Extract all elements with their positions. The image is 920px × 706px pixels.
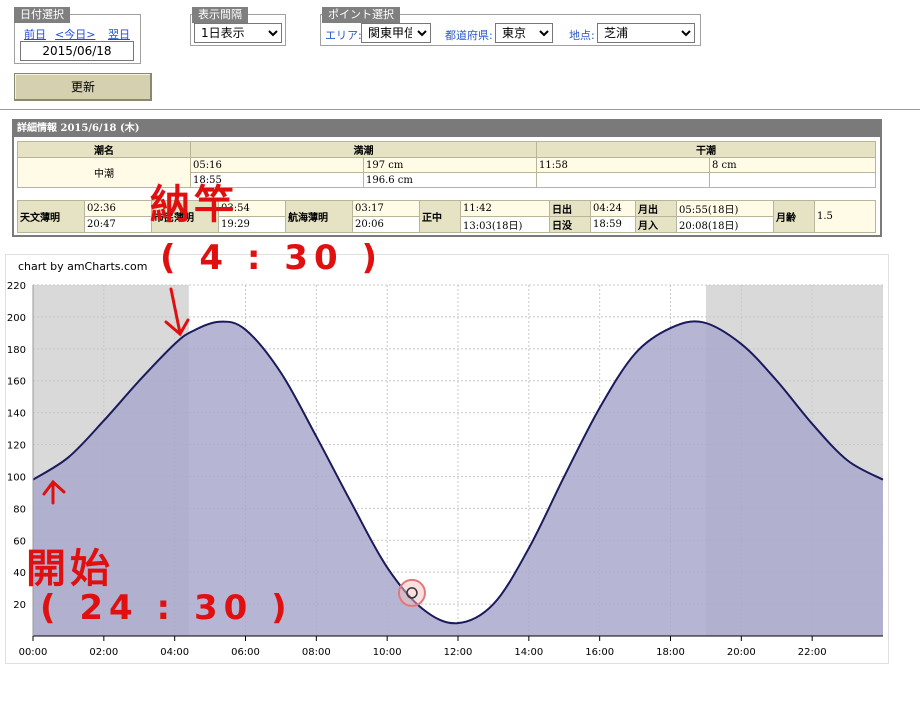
astro-row: 天文薄明 02:36 市民薄明 03:54 航海薄明 03:17 正中 11:4… bbox=[17, 200, 876, 233]
astro-table: 天文薄明 02:36 市民薄明 03:54 航海薄明 03:17 正中 11:4… bbox=[17, 200, 876, 233]
tide-header-row: 潮名 満潮 干潮 bbox=[17, 141, 876, 158]
tide-table: 潮名 満潮 干潮 中潮 05:16 197 cm 11:58 8 cm 18:5… bbox=[17, 141, 876, 188]
moonset-label: 月入 bbox=[635, 216, 677, 233]
high-tide-time: 05:16 bbox=[190, 157, 364, 173]
next-day-link[interactable]: 翌日 bbox=[108, 26, 130, 42]
moonset-value: 20:08(18日) bbox=[676, 216, 774, 233]
prefecture-label: 都道府県: bbox=[445, 29, 493, 42]
annotation-start-time: ( 24 : 30 ) bbox=[40, 588, 293, 628]
nautical-twilight-value: 03:17 bbox=[352, 200, 420, 217]
area-label: エリア: bbox=[325, 29, 362, 42]
moon-age-value: 1.5 bbox=[814, 200, 876, 233]
annotation-end-time: ( 4 : 30 ) bbox=[160, 238, 383, 278]
low-tide-level bbox=[709, 172, 876, 188]
area-select[interactable]: 関東甲信 bbox=[361, 23, 431, 43]
noon-value: 13:03(18日) bbox=[460, 216, 550, 233]
noon-label: 正中 bbox=[419, 200, 461, 233]
annotation-start-label: 開始 bbox=[26, 546, 114, 592]
spot-select[interactable]: 芝浦 bbox=[597, 23, 695, 43]
low-tide-header: 干潮 bbox=[536, 141, 876, 158]
sunset-label: 日没 bbox=[549, 216, 591, 233]
point-panel-title: ポイント選択 bbox=[322, 7, 400, 23]
astro-twilight-label: 天文薄明 bbox=[17, 200, 85, 233]
interval-select[interactable]: 1日表示 bbox=[194, 23, 282, 43]
moon-age-label: 月齢 bbox=[773, 200, 815, 233]
low-tide-time bbox=[536, 172, 710, 188]
low-tide-level: 8 cm bbox=[709, 157, 876, 173]
high-tide-level: 196.6 cm bbox=[363, 172, 537, 188]
noon-value: 11:42 bbox=[460, 200, 550, 217]
detail-panel: 詳細情報 2015/6/18 (木) 潮名 満潮 干潮 中潮 05:16 197… bbox=[12, 119, 882, 237]
date-panel-title: 日付選択 bbox=[14, 7, 70, 23]
detail-title: 詳細情報 2015/6/18 (木) bbox=[14, 121, 880, 137]
nautical-twilight-value: 20:06 bbox=[352, 216, 420, 233]
tide-name-header: 潮名 bbox=[17, 141, 191, 158]
prev-day-link[interactable]: 前日 bbox=[24, 26, 46, 42]
high-tide-level: 197 cm bbox=[363, 157, 537, 173]
sunset-value: 18:59 bbox=[590, 216, 636, 233]
astro-twilight-value: 02:36 bbox=[84, 200, 152, 217]
high-tide-header: 満潮 bbox=[190, 141, 537, 158]
spot-label: 地点: bbox=[569, 29, 595, 42]
today-link[interactable]: <今日> bbox=[55, 26, 95, 42]
date-value: 2015/06/18 bbox=[42, 44, 112, 58]
annotation-end-label: 納竿 bbox=[150, 182, 238, 228]
low-tide-time: 11:58 bbox=[536, 157, 710, 173]
tide-row: 中潮 05:16 197 cm 11:58 8 cm bbox=[17, 157, 876, 188]
moonrise-label: 月出 bbox=[635, 200, 677, 217]
divider bbox=[0, 109, 920, 110]
date-field[interactable]: 2015/06/18 bbox=[20, 41, 134, 61]
sunrise-value: 04:24 bbox=[590, 200, 636, 217]
astro-twilight-value: 20:47 bbox=[84, 216, 152, 233]
interval-panel-title: 表示間隔 bbox=[192, 7, 248, 23]
sunrise-label: 日出 bbox=[549, 200, 591, 217]
chart-credit: chart by amCharts.com bbox=[18, 260, 148, 273]
moonrise-value: 05:55(18日) bbox=[676, 200, 774, 217]
update-button[interactable]: 更新 bbox=[14, 73, 152, 101]
prefecture-select[interactable]: 東京 bbox=[495, 23, 553, 43]
nautical-twilight-label: 航海薄明 bbox=[285, 200, 353, 233]
